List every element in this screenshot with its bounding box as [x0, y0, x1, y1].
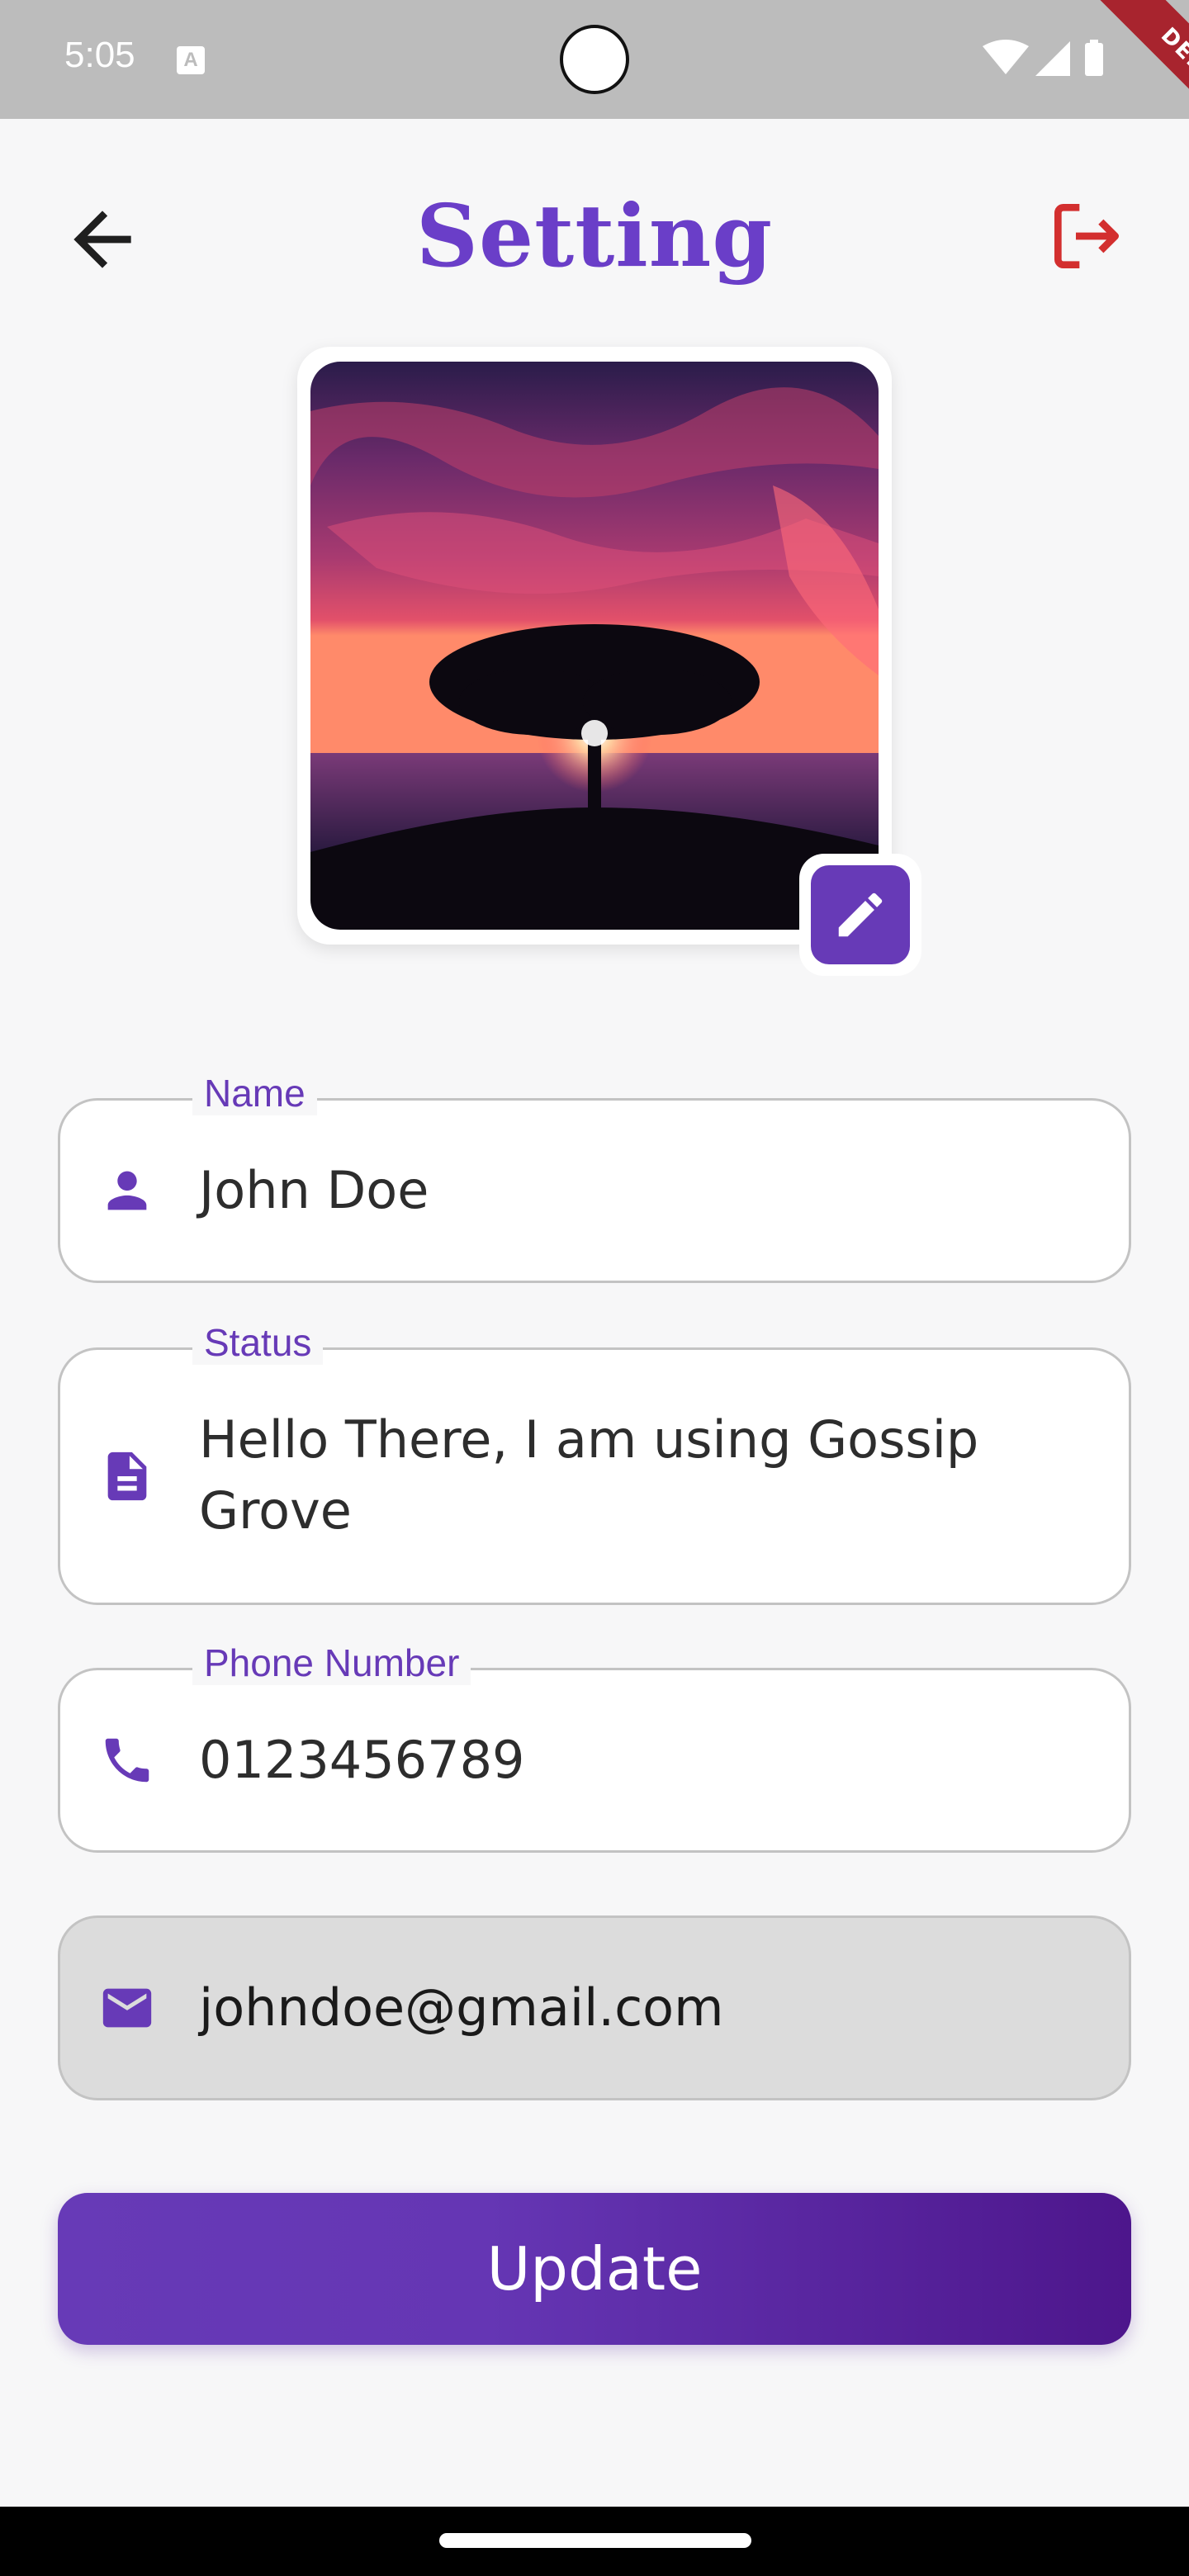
update-button[interactable]: Update: [58, 2193, 1131, 2345]
logout-button[interactable]: [1044, 193, 1130, 279]
signal-icon: [1035, 41, 1070, 76]
edit-profile-image-button[interactable]: [799, 854, 921, 976]
document-icon: [98, 1447, 156, 1505]
notification-a-icon: A: [177, 46, 205, 74]
logout-icon: [1054, 204, 1119, 268]
phone-icon: [98, 1731, 156, 1789]
battery-icon: [1085, 43, 1103, 76]
status-field[interactable]: Status Hello There, I am using Gossip Gr…: [58, 1320, 1131, 1605]
system-nav-bar: [0, 2507, 1189, 2576]
home-indicator[interactable]: [439, 2533, 751, 2548]
mail-icon: [98, 1979, 156, 2037]
pencil-icon: [838, 893, 883, 937]
phone-input[interactable]: 0123456789: [199, 1725, 1030, 1796]
status-time: 5:05: [64, 35, 135, 75]
profile-image-card: [297, 347, 892, 945]
status-bar: 5:05 A DEBUG: [0, 0, 1189, 119]
status-input[interactable]: Hello There, I am using Gossip Grove: [199, 1404, 1030, 1546]
person-icon: [98, 1162, 156, 1219]
email-field: johndoe@gmail.com: [58, 1915, 1131, 2100]
profile-image[interactable]: [310, 362, 879, 930]
status-icons: [983, 40, 1103, 76]
status-field-label: Status: [192, 1320, 324, 1365]
app-bar: Setting: [0, 119, 1189, 342]
name-input[interactable]: John Doe: [199, 1155, 1030, 1226]
camera-cutout: [560, 25, 629, 94]
page-title: Setting: [415, 185, 774, 286]
email-value: johndoe@gmail.com: [199, 1977, 724, 2038]
name-field-label: Name: [192, 1071, 317, 1115]
wifi-icon: [983, 40, 1029, 74]
phone-field-label: Phone Number: [192, 1641, 471, 1685]
sunset-tree-image: [310, 362, 879, 930]
phone-field[interactable]: Phone Number 0123456789: [58, 1641, 1131, 1853]
name-field[interactable]: Name John Doe: [58, 1071, 1131, 1283]
